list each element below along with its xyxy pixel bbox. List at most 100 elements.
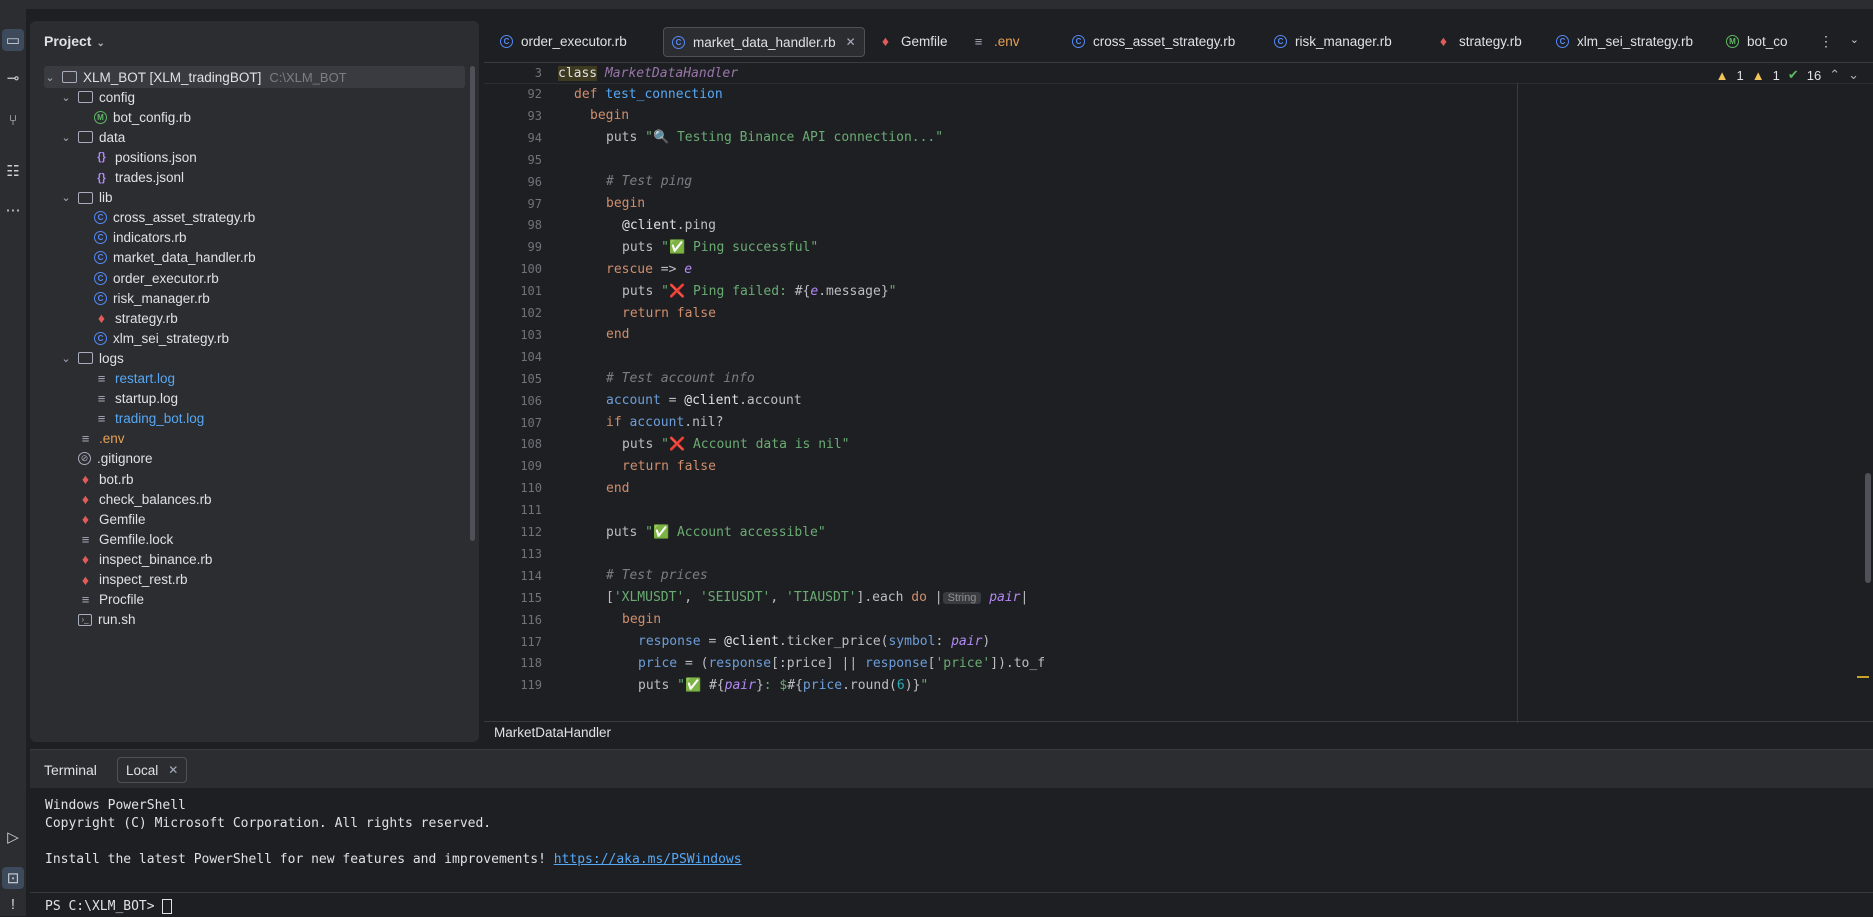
terminal-prompt[interactable]: PS C:\XLM_BOT> [45, 899, 173, 914]
editor-tab[interactable]: Crisk_manager.rb [1266, 27, 1400, 55]
code-line[interactable]: 110 end [484, 477, 629, 499]
tree-item[interactable]: ›_ run.sh [30, 609, 465, 631]
editor-scrollbar[interactable] [1865, 473, 1871, 583]
tree-item[interactable]: ⌄ data [30, 126, 465, 148]
code-line[interactable]: 100 rescue => e [484, 258, 692, 280]
terminal-tab-local[interactable]: Local ✕ [117, 757, 188, 783]
project-tool-icon[interactable]: ▭ [2, 29, 24, 51]
tree-item[interactable]: ≡ Procfile [30, 589, 465, 611]
tree-item[interactable]: {} positions.json [30, 146, 465, 168]
chevron-down-icon[interactable]: ⌄ [1848, 67, 1859, 83]
tree-item[interactable]: ♦ Gemfile [30, 508, 465, 530]
warning-stripe-marker[interactable] [1857, 676, 1869, 678]
editor-tab[interactable]: Ccross_asset_strategy.rb [1064, 27, 1243, 55]
terminal-tool-icon[interactable]: ⊡ [2, 867, 24, 889]
more-tools-icon[interactable]: ⋯ [2, 199, 24, 221]
editor-tab[interactable]: Mbot_co [1718, 27, 1796, 55]
editor-tab[interactable]: Cxlm_sei_strategy.rb [1548, 27, 1701, 55]
commit-tool-icon[interactable]: ⊸ [2, 67, 24, 89]
tree-item[interactable]: ♦ bot.rb [30, 468, 465, 490]
tree-item[interactable]: ⌄ lib [30, 187, 465, 209]
code-text: puts "✅ Account accessible" [606, 525, 826, 540]
code-line[interactable]: 105 # Test account info [484, 368, 754, 390]
code-line[interactable]: 107 if account.nil? [484, 412, 723, 434]
more-tabs-icon[interactable]: ⋮ [1819, 33, 1833, 50]
tree-item[interactable]: ⊘ .gitignore [30, 448, 465, 470]
code-line[interactable]: 93 begin [484, 105, 630, 127]
tree-item[interactable]: Corder_executor.rb [30, 267, 465, 289]
tree-item[interactable]: ♦ inspect_rest.rb [30, 569, 465, 591]
tree-item[interactable]: ⌄ XLM_BOT [XLM_tradingBOT] C:\XLM_BOT [44, 66, 465, 88]
tree-item[interactable]: Cxlm_sei_strategy.rb [30, 327, 465, 349]
problems-tool-icon[interactable]: ! [2, 893, 24, 915]
project-panel-title[interactable]: Project ⌄ [44, 33, 105, 49]
chevron-down-icon[interactable]: ⌄ [60, 191, 72, 204]
code-line[interactable]: 119 puts "✅ #{pair}: $#{price.round(6)}" [484, 674, 928, 696]
powershell-link[interactable]: https://aka.ms/PSWindows [554, 852, 742, 867]
structure-tool-icon[interactable]: ☷ [2, 160, 24, 182]
code-line[interactable]: 108 puts "❌ Account data is nil" [484, 433, 849, 455]
code-line[interactable]: 118 price = (response[:price] || response… [484, 652, 1045, 674]
code-line[interactable]: 115 ['XLMUSDT', 'SEIUSDT', 'TIAUSDT'].eac… [484, 587, 1028, 609]
code-line[interactable]: 106 account = @client.account [484, 390, 801, 412]
project-scrollbar[interactable] [470, 66, 475, 541]
tree-item[interactable]: ⌄ logs [30, 347, 465, 369]
code-line[interactable]: 109 return false [484, 455, 716, 477]
services-tool-icon[interactable]: ▷ [2, 826, 24, 848]
editor-tab[interactable]: ♦ Gemfile [870, 27, 956, 55]
code-line[interactable]: 101 puts "❌ Ping failed: #{e.message}" [484, 280, 896, 302]
tree-item[interactable]: ≡ restart.log [30, 368, 465, 390]
code-line[interactable]: 92 def test_connection [484, 83, 723, 105]
chevron-up-icon[interactable]: ⌃ [1829, 67, 1840, 83]
editor-tab[interactable]: ≡ .env [963, 27, 1028, 55]
editor-tab[interactable]: ♦ strategy.rb [1428, 27, 1530, 55]
tree-item[interactable]: ♦ check_balances.rb [30, 488, 465, 510]
chevron-down-icon[interactable]: ⌄ [60, 131, 72, 144]
inspection-widget[interactable]: ▲ 1 ▲ 1 ✔ 16 ⌃ ⌄ [1716, 67, 1859, 83]
tree-item[interactable]: Ccross_asset_strategy.rb [30, 207, 465, 229]
code-line[interactable]: 114 # Test prices [484, 565, 707, 587]
tree-item[interactable]: Cindicators.rb [30, 227, 465, 249]
main-toolbar [26, 0, 1873, 9]
tree-item[interactable]: Cmarket_data_handler.rb [30, 247, 465, 269]
breadcrumb[interactable]: MarketDataHandler [494, 725, 611, 740]
editor-tab[interactable]: Corder_executor.rb [492, 27, 635, 55]
editor-tab[interactable]: Cmarket_data_handler.rb ✕ [663, 27, 865, 57]
pull-requests-icon[interactable]: ⑂ [2, 109, 24, 131]
tree-item[interactable]: ♦ strategy.rb [30, 307, 465, 329]
code-line[interactable]: 113 [484, 543, 542, 565]
tree-item[interactable]: {} trades.jsonl [30, 167, 465, 189]
code-line[interactable]: 102 return false [484, 302, 716, 324]
code-line[interactable]: 96 # Test ping [484, 171, 693, 193]
code-line[interactable]: 103 end [484, 324, 629, 346]
code-line[interactable]: 95 [484, 149, 542, 171]
code-line[interactable]: 99 puts "✅ Ping successful" [484, 236, 819, 258]
code-token: begin [606, 196, 646, 211]
tree-item[interactable]: ≡ trading_bot.log [30, 408, 465, 430]
tree-item[interactable]: Crisk_manager.rb [30, 287, 465, 309]
code-line[interactable]: 94 puts "🔍 Testing Binance API connection… [484, 127, 944, 149]
code-token: end [606, 327, 630, 343]
chevron-down-icon[interactable]: ⌄ [60, 91, 72, 104]
tree-item[interactable]: ≡ Gemfile.lock [30, 528, 465, 550]
tree-item[interactable]: Mbot_config.rb [30, 106, 465, 128]
code-line[interactable]: 111 [484, 499, 542, 521]
code-line[interactable]: 97 begin [484, 193, 646, 215]
chevron-down-icon[interactable]: ⌄ [60, 352, 72, 365]
code-line[interactable]: 98 @client.ping [484, 214, 716, 236]
tree-item[interactable]: ♦ inspect_binance.rb [30, 548, 465, 570]
chevron-down-icon[interactable]: ⌄ [44, 71, 56, 84]
tree-item[interactable]: ≡ .env [30, 428, 465, 450]
tree-item[interactable]: ≡ startup.log [30, 388, 465, 410]
code-line[interactable]: 104 [484, 346, 542, 368]
code-line[interactable]: 112 puts "✅ Account accessible" [484, 521, 825, 543]
terminal-output[interactable]: Windows PowerShell Copyright (C) Microso… [45, 797, 742, 869]
chevron-down-icon[interactable]: ⌄ [1850, 33, 1859, 46]
code-line[interactable]: 116 begin [484, 609, 661, 631]
close-icon[interactable]: ✕ [846, 35, 856, 49]
tree-item[interactable]: ⌄ config [30, 86, 465, 108]
code-line[interactable]: 117 response = @client.ticker_price(symbo… [484, 631, 990, 653]
close-icon[interactable]: ✕ [168, 763, 178, 777]
sticky-line[interactable]: 3 class MarketDataHandler [484, 63, 1873, 84]
code-token: do [911, 590, 927, 606]
